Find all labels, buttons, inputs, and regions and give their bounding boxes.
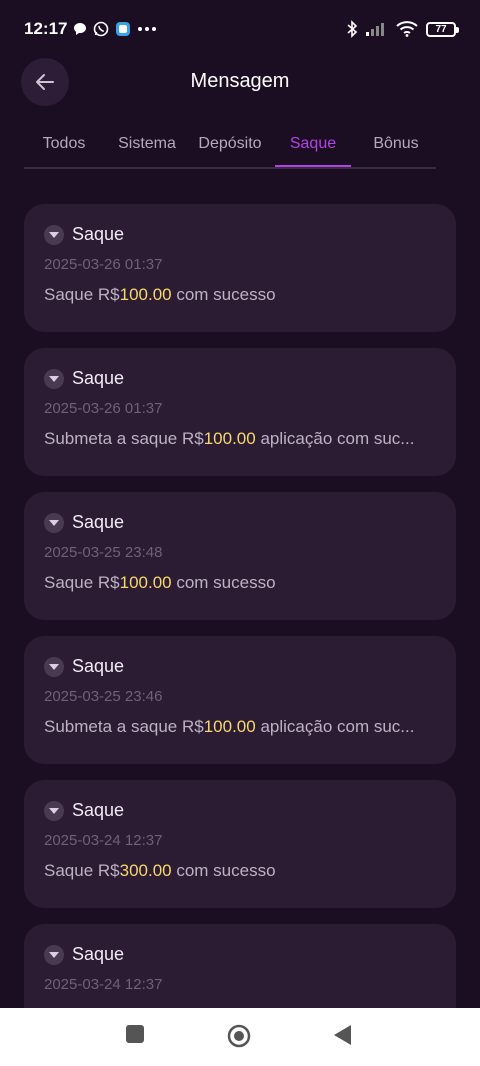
chevron-down-icon[interactable] xyxy=(44,656,64,677)
chevron-down-icon[interactable] xyxy=(44,368,64,389)
message-text-suffix: aplicação com suc... xyxy=(255,429,415,448)
battery-level: 77 xyxy=(435,23,447,35)
message-header: Saque xyxy=(44,512,436,533)
triangle-back-icon xyxy=(334,1025,351,1045)
message-text-suffix: com sucesso xyxy=(171,861,276,880)
message-list: Saque 2025-03-26 01:37 Saque R$100.00 co… xyxy=(24,204,456,1052)
message-text: Submeta a saque R$100.00 aplicação com s… xyxy=(44,717,436,737)
whatsapp-icon xyxy=(93,21,109,37)
battery-indicator: 77 xyxy=(426,21,459,37)
message-header: Saque xyxy=(44,224,436,245)
tab-bar: Todos Sistema Depósito Saque Bônus xyxy=(24,122,436,169)
back-button[interactable] xyxy=(21,58,69,106)
message-title: Saque xyxy=(72,800,125,820)
app-notification-icon xyxy=(115,21,131,37)
system-nav-bar xyxy=(0,1008,480,1066)
message-title: Saque xyxy=(72,368,125,388)
tab-todos[interactable]: Todos xyxy=(24,122,104,165)
message-text: Saque R$300.00 com sucesso xyxy=(44,861,436,881)
chevron-down-icon[interactable] xyxy=(44,224,64,245)
message-text-suffix: com sucesso xyxy=(171,285,276,304)
tab-sistema[interactable]: Sistema xyxy=(107,122,187,165)
message-date: 2025-03-26 01:37 xyxy=(44,400,163,417)
square-icon xyxy=(126,1025,144,1043)
chat-notification-icon xyxy=(73,22,87,36)
message-card[interactable]: Saque 2025-03-25 23:48 Saque R$100.00 co… xyxy=(24,492,456,620)
message-header: Saque xyxy=(44,368,436,389)
message-amount: 100.00 xyxy=(119,285,172,304)
chevron-down-icon[interactable] xyxy=(44,800,64,821)
message-amount: 100.00 xyxy=(119,573,172,592)
message-date: 2025-03-25 23:48 xyxy=(44,544,163,561)
message-card[interactable]: Saque 2025-03-26 01:37 Submeta a saque R… xyxy=(24,348,456,476)
message-header: Saque xyxy=(44,656,436,677)
message-date: 2025-03-25 23:46 xyxy=(44,688,163,705)
message-date: 2025-03-24 12:37 xyxy=(44,832,163,849)
message-header: Saque xyxy=(44,944,436,965)
status-right: 77 xyxy=(346,20,459,38)
message-title: Saque xyxy=(72,224,125,244)
message-text-prefix: Saque R$ xyxy=(44,861,120,880)
home-button[interactable] xyxy=(227,1024,251,1048)
message-title: Saque xyxy=(72,656,125,676)
message-card[interactable]: Saque 2025-03-25 23:46 Submeta a saque R… xyxy=(24,636,456,764)
message-title: Saque xyxy=(72,512,125,532)
message-text-prefix: Saque R$ xyxy=(44,285,120,304)
message-title: Saque xyxy=(72,944,125,964)
arrow-left-icon xyxy=(36,74,54,90)
message-card[interactable]: Saque 2025-03-24 12:37 Saque R$300.00 co… xyxy=(24,780,456,908)
message-date: 2025-03-26 01:37 xyxy=(44,256,163,273)
message-card[interactable]: Saque 2025-03-26 01:37 Saque R$100.00 co… xyxy=(24,204,456,332)
message-amount: 100.00 xyxy=(203,717,256,736)
chevron-down-icon[interactable] xyxy=(44,944,64,965)
message-amount: 300.00 xyxy=(119,861,172,880)
message-text-prefix: Submeta a saque R$ xyxy=(44,429,204,448)
wifi-icon xyxy=(396,21,418,37)
message-amount: 100.00 xyxy=(203,429,256,448)
bluetooth-icon xyxy=(346,20,358,38)
message-text-suffix: aplicação com suc... xyxy=(255,717,415,736)
message-text-prefix: Saque R$ xyxy=(44,573,120,592)
message-text: Saque R$100.00 com sucesso xyxy=(44,573,436,593)
message-text-suffix: com sucesso xyxy=(171,573,276,592)
page-title: Mensagem xyxy=(190,69,290,92)
chevron-down-icon[interactable] xyxy=(44,512,64,533)
message-text: Submeta a saque R$100.00 aplicação com s… xyxy=(44,429,436,449)
message-text-prefix: Submeta a saque R$ xyxy=(44,717,204,736)
status-bar: 12:17 77 xyxy=(0,0,480,58)
status-left: 12:17 xyxy=(24,19,157,39)
message-header: Saque xyxy=(44,800,436,821)
message-text: Saque R$100.00 com sucesso xyxy=(44,285,436,305)
tab-bonus[interactable]: Bônus xyxy=(356,122,436,165)
recents-button[interactable] xyxy=(126,1025,144,1043)
tab-deposito[interactable]: Depósito xyxy=(190,122,270,165)
more-notifications-icon xyxy=(137,26,157,32)
signal-icon xyxy=(366,22,388,36)
header: Mensagem xyxy=(0,56,480,106)
tab-saque[interactable]: Saque xyxy=(273,122,353,167)
back-nav-button[interactable] xyxy=(334,1025,352,1045)
circle-icon xyxy=(227,1024,251,1048)
message-date: 2025-03-24 12:37 xyxy=(44,976,163,993)
status-time: 12:17 xyxy=(24,19,68,38)
